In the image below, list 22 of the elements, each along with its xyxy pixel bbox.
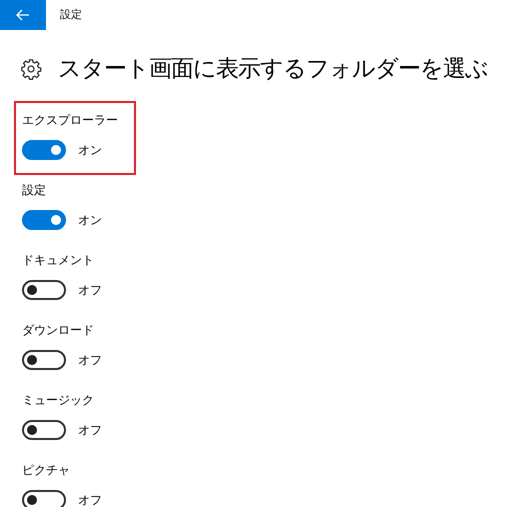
folder-label: ダウンロード (22, 322, 95, 338)
toggle-state-text: オン (78, 142, 102, 158)
window-title: 設定 (60, 6, 82, 23)
toggle-state-text: オフ (78, 492, 102, 507)
toggle-state-text: オン (78, 212, 102, 228)
page-title: スタート画面に表示するフォルダーを選ぶ (58, 55, 488, 84)
toggle-switch[interactable] (22, 420, 66, 440)
folder-label: エクスプローラー (22, 112, 119, 128)
toggle-switch[interactable] (22, 280, 66, 300)
toggle-state-text: オフ (78, 282, 102, 298)
folder-label: ピクチャ (22, 462, 71, 478)
toggle-switch[interactable] (22, 490, 66, 507)
back-arrow-icon (16, 9, 30, 21)
toggle-switch[interactable] (22, 140, 66, 160)
settings-icon (20, 58, 42, 80)
toggle-state-text: オフ (78, 352, 102, 368)
folder-label: ドキュメント (22, 252, 95, 268)
toggle-state-text: オフ (78, 422, 102, 438)
toggle-switch[interactable] (22, 210, 66, 230)
folder-label: 設定 (22, 182, 47, 198)
toggle-switch[interactable] (22, 350, 66, 370)
folder-label: ミュージック (22, 392, 95, 408)
